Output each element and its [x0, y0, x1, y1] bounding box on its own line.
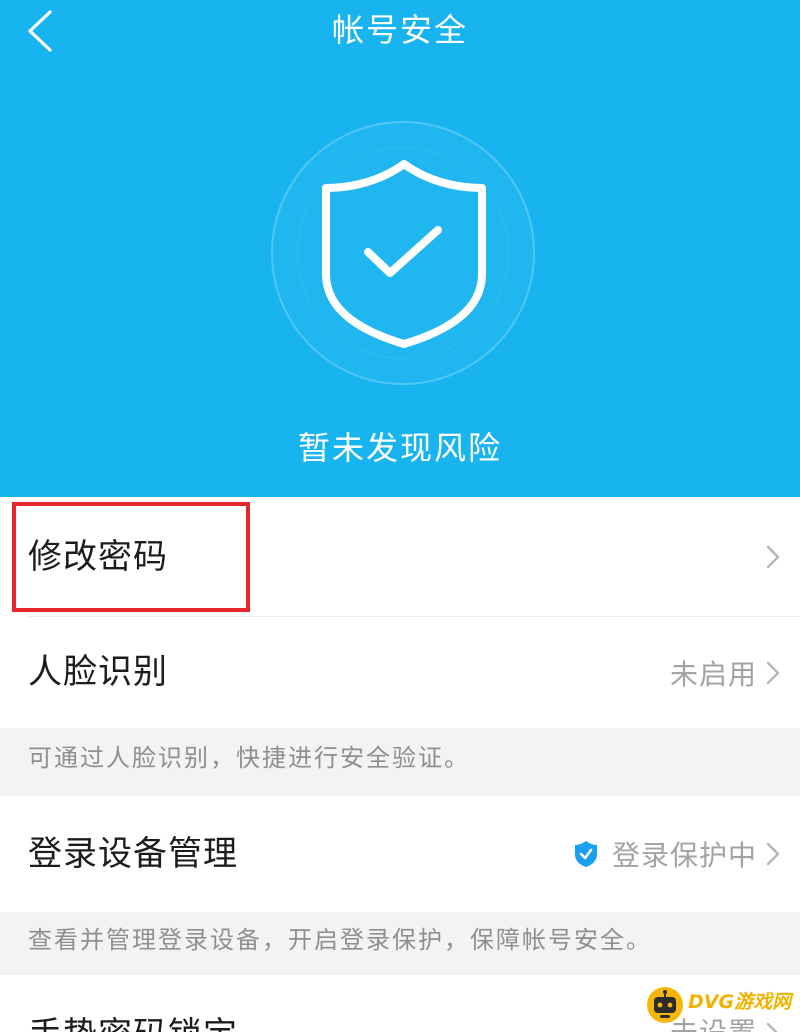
- page-title: 帐号安全: [331, 11, 468, 49]
- watermark-text: DVG游戏网: [688, 991, 792, 1013]
- chevron-right-icon: [766, 1022, 778, 1032]
- chevron-right-icon: [766, 545, 780, 569]
- chevron-right-icon: [766, 661, 780, 684]
- chevron-right-icon: [766, 842, 780, 866]
- row-value-text: 登录保护中: [611, 839, 757, 872]
- highlight-box: [12, 502, 250, 612]
- shield-check-icon: [322, 160, 486, 348]
- robot-face-icon: [647, 987, 683, 1023]
- settings-row-face-recognition[interactable]: 人脸识别 未启用: [0, 617, 800, 728]
- row-label: 人脸识别: [28, 652, 168, 692]
- row-label: 手势密码锁定: [28, 1015, 238, 1032]
- row-value: 登录保护中: [574, 796, 757, 912]
- row-description-block: 查看并管理登录设备，开启登录保护，保障帐号安全。: [0, 912, 800, 975]
- row-description: 可通过人脸识别，快捷进行安全验证。: [28, 744, 470, 772]
- row-value-text: 未启用: [669, 657, 757, 691]
- shield-check-icon: [574, 841, 597, 867]
- row-value: 未启用: [670, 617, 757, 728]
- row-label: 登录设备管理: [28, 834, 238, 874]
- security-status-text: 暂未发现风险: [297, 429, 502, 467]
- row-description: 查看并管理登录设备，开启登录保护，保障帐号安全。: [28, 926, 652, 954]
- row-description-block: 可通过人脸识别，快捷进行安全验证。: [0, 728, 800, 796]
- settings-row-login-devices[interactable]: 登录设备管理 登录保护中: [0, 796, 800, 912]
